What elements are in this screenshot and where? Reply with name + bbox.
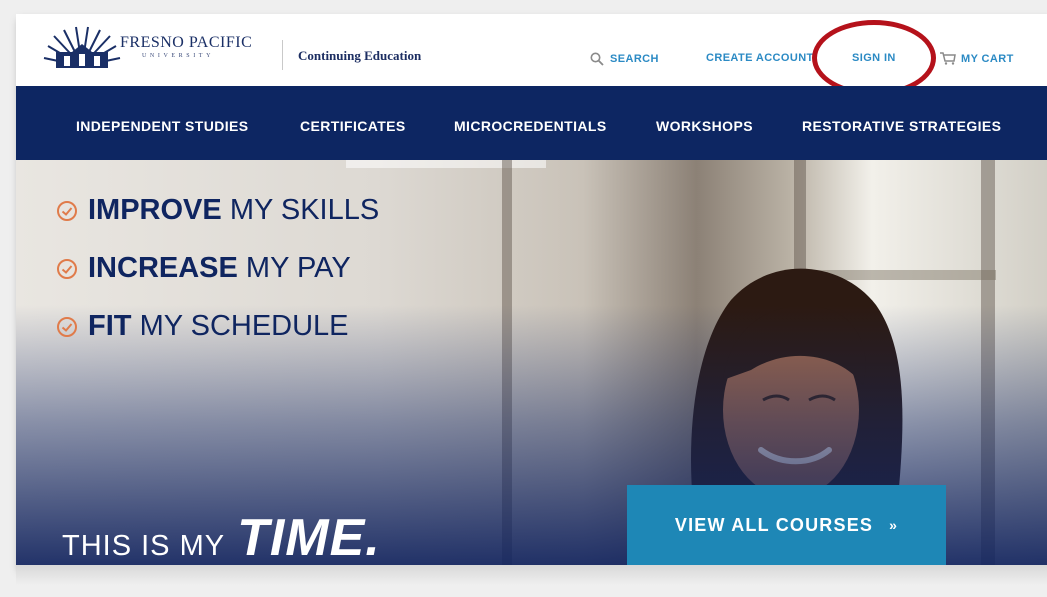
- brand-name: FRESNO PACIFIC: [120, 34, 253, 51]
- cta-label: VIEW ALL COURSES: [674, 514, 874, 535]
- goal-item: IMPROVE MY SKILLS: [56, 194, 379, 227]
- browser-frame: FRESNO PACIFIC UNIVERSITY Continuing Edu…: [16, 14, 1047, 565]
- hero-banner: IMPROVE MY SKILLS INCREASE MY PAY FIT MY…: [16, 160, 1047, 565]
- header-divider: [282, 40, 283, 70]
- nav-item-certificates[interactable]: CERTIFICATES: [300, 118, 406, 134]
- tagline-emphasis: TIME.: [237, 509, 381, 565]
- hero-tagline: THIS IS MY TIME.: [62, 508, 381, 565]
- search-icon: [590, 52, 604, 66]
- search-link[interactable]: SEARCH: [590, 52, 659, 66]
- create-account-link[interactable]: CREATE ACCOUNT: [706, 52, 814, 64]
- nav-item-workshops[interactable]: WORKSHOPS: [656, 118, 753, 134]
- goal-item: INCREASE MY PAY: [56, 252, 351, 285]
- view-all-courses-button[interactable]: VIEW ALL COURSES »: [627, 485, 946, 565]
- cart-label: MY CART: [961, 52, 1014, 65]
- goal-rest: MY SKILLS: [229, 194, 380, 226]
- tagline-lead: THIS IS MY: [62, 530, 226, 562]
- check-circle-icon: [57, 258, 77, 279]
- goal-item: FIT MY SCHEDULE: [56, 310, 349, 343]
- sign-in-link[interactable]: SIGN IN: [852, 52, 896, 64]
- goal-bold: FIT: [88, 310, 132, 342]
- nav-item-microcredentials[interactable]: MICROCREDENTIALS: [454, 118, 607, 134]
- nav-item-restorative-strategies[interactable]: RESTORATIVE STRATEGIES: [802, 118, 1001, 134]
- cart-link[interactable]: MY CART: [940, 52, 1014, 65]
- window-frame: [346, 160, 546, 168]
- goal-bold: INCREASE: [88, 252, 238, 284]
- double-chevron-right-icon: »: [889, 517, 899, 533]
- cart-icon: [940, 52, 956, 65]
- goal-bold: IMPROVE: [88, 194, 222, 226]
- goal-rest: MY PAY: [245, 252, 351, 284]
- site-header: FRESNO PACIFIC UNIVERSITY Continuing Edu…: [16, 14, 1047, 96]
- main-nav: INDEPENDENT STUDIES CERTIFICATES MICROCR…: [16, 86, 1047, 160]
- check-circle-icon: [57, 316, 77, 337]
- nav-item-independent-studies[interactable]: INDEPENDENT STUDIES: [76, 118, 249, 134]
- brand-wordmark[interactable]: FRESNO PACIFIC UNIVERSITY: [120, 34, 252, 59]
- goal-rest: MY SCHEDULE: [139, 310, 349, 342]
- check-circle-icon: [57, 200, 77, 221]
- frame-shadow: [16, 565, 1047, 585]
- brand-subtitle: UNIVERSITY: [142, 53, 214, 59]
- search-label: SEARCH: [610, 53, 659, 65]
- division-title[interactable]: Continuing Education: [298, 48, 421, 64]
